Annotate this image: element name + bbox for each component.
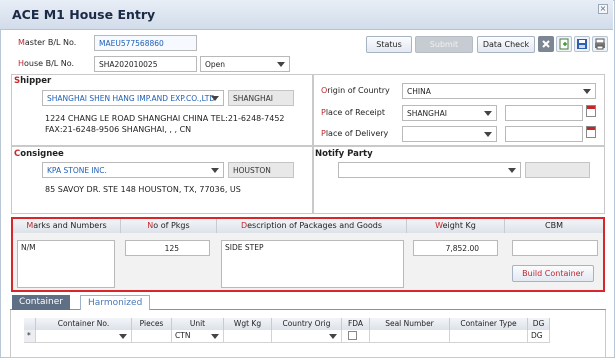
dg-cell[interactable]: DG — [528, 330, 550, 343]
delete-icon-glyph — [542, 40, 550, 48]
receipt-label: Place of Receipt — [321, 108, 385, 117]
receipt-date-input[interactable] — [505, 105, 583, 121]
consignee-name: KPA STONE INC. — [47, 166, 107, 175]
container-type-header: Container Type — [450, 318, 528, 330]
chevron-down-icon — [211, 168, 219, 173]
chevron-down-icon — [211, 96, 219, 101]
shipper-title: Shipper — [14, 76, 51, 86]
row-marker: * — [24, 330, 36, 343]
chevron-down-icon — [329, 334, 337, 339]
unit-value: CTN — [175, 331, 191, 340]
house-bl-label: House B/L No. — [18, 59, 74, 68]
origin-label-rest: rigin of Country — [327, 86, 390, 95]
chevron-down-icon — [484, 132, 492, 137]
delivery-date-input[interactable] — [505, 126, 583, 142]
data-check-button[interactable]: Data Check — [477, 36, 535, 53]
status-select[interactable]: Open — [200, 56, 290, 72]
origin-country-select[interactable]: CHINA — [402, 83, 596, 99]
shipper-address-line1: 1224 CHANG LE ROAD SHANGHAI CHINA TEL:21… — [45, 114, 285, 123]
fda-checkbox[interactable] — [348, 331, 357, 340]
calendar-icon[interactable] — [586, 105, 596, 117]
master-bl-label-rest: aster B/L No. — [24, 38, 77, 47]
consignee-city: HOUSTON — [228, 162, 294, 178]
chevron-down-icon — [277, 62, 285, 67]
country-orig-cell[interactable] — [272, 330, 342, 343]
shipper-title-rest: hipper — [20, 76, 52, 86]
new-document-icon-glyph — [559, 38, 569, 50]
wgt-kg-cell[interactable] — [224, 330, 272, 343]
status-select-value: Open — [205, 60, 226, 69]
calendar-icon[interactable] — [586, 126, 596, 138]
new-document-icon[interactable] — [556, 36, 572, 52]
consignee-title-rest: onsignee — [20, 149, 64, 159]
container-type-cell[interactable] — [450, 330, 528, 343]
house-bl-label-rest: ouse B/L No. — [24, 59, 75, 68]
print-icon-glyph — [595, 38, 605, 50]
origin-country-value: CHINA — [407, 87, 431, 96]
chevron-down-icon — [211, 334, 219, 339]
container-no-cell[interactable] — [36, 330, 132, 343]
master-bl-label-initial: M — [18, 38, 25, 47]
consignee-address: 85 SAVOY DR. STE 148 HOUSTON, TX, 77036,… — [45, 185, 241, 194]
fda-cell — [342, 330, 370, 343]
shipper-address-line2: FAX:21-6248-9506 SHANGHAI, , , CN — [45, 125, 192, 134]
shipper-select[interactable]: SHANGHAI SHEN HANG IMP.AND EXP.CO.,LTD — [42, 90, 224, 106]
place-of-delivery-select[interactable] — [402, 126, 497, 142]
pieces-header: Pieces — [132, 318, 172, 330]
chevron-down-icon — [583, 89, 591, 94]
print-icon[interactable] — [592, 36, 608, 52]
goods-highlight-box — [11, 217, 605, 292]
delivery-label: Place of Delivery — [321, 129, 388, 138]
master-bl-label: Master B/L No. — [18, 38, 76, 47]
shipper-panel — [11, 74, 313, 146]
close-icon[interactable]: × — [598, 4, 608, 14]
calendar-icon-header — [587, 127, 595, 130]
seal-number-header: Seal Number — [370, 318, 450, 330]
tab-harmonized[interactable]: Harmonized — [80, 295, 151, 310]
unit-cell[interactable]: CTN — [172, 330, 224, 343]
window-title: ACE M1 House Entry — [12, 7, 156, 22]
save-icon-glyph — [577, 39, 587, 49]
master-bl-input[interactable]: MAEU577568860 — [94, 35, 197, 51]
notify-party-title: Notify Party — [315, 149, 373, 159]
calendar-icon-header — [587, 106, 595, 109]
shipper-name: SHANGHAI SHEN HANG IMP.AND EXP.CO.,LTD — [47, 94, 216, 103]
place-of-receipt-select[interactable]: SHANGHAI — [402, 105, 497, 121]
submit-button[interactable]: Submit — [415, 36, 473, 53]
chevron-down-icon — [484, 111, 492, 116]
save-icon[interactable] — [574, 36, 590, 52]
wgt-kg-header: Wgt Kg — [224, 318, 272, 330]
origin-label: Origin of Country — [321, 86, 390, 95]
place-of-receipt-value: SHANGHAI — [407, 109, 447, 118]
container-no-header: Container No. — [36, 318, 132, 330]
pieces-cell[interactable] — [132, 330, 172, 343]
shipper-city: SHANGHAI — [228, 90, 294, 106]
fda-header: FDA — [342, 318, 370, 330]
notify-party-select[interactable] — [338, 162, 521, 178]
delivery-label-rest: lace of Delivery — [325, 129, 389, 138]
row-marker-header — [24, 318, 36, 330]
chevron-down-icon — [119, 334, 127, 339]
unit-header: Unit — [172, 318, 224, 330]
notify-party-city — [525, 162, 590, 178]
status-button[interactable]: Status — [366, 36, 412, 53]
title-bar: ACE M1 House Entry × — [0, 0, 613, 30]
delete-icon[interactable] — [538, 36, 554, 52]
receipt-label-rest: lace of Receipt — [325, 108, 385, 117]
consignee-select[interactable]: KPA STONE INC. — [42, 162, 224, 178]
country-orig-header: Country Orig — [272, 318, 342, 330]
seal-number-cell[interactable] — [370, 330, 450, 343]
house-bl-input[interactable]: SHA202010025 — [94, 56, 197, 72]
consignee-title: Consignee — [14, 149, 64, 159]
dg-header: DG — [528, 318, 550, 330]
chevron-down-icon — [508, 168, 516, 173]
tab-container[interactable]: Container — [12, 295, 70, 310]
